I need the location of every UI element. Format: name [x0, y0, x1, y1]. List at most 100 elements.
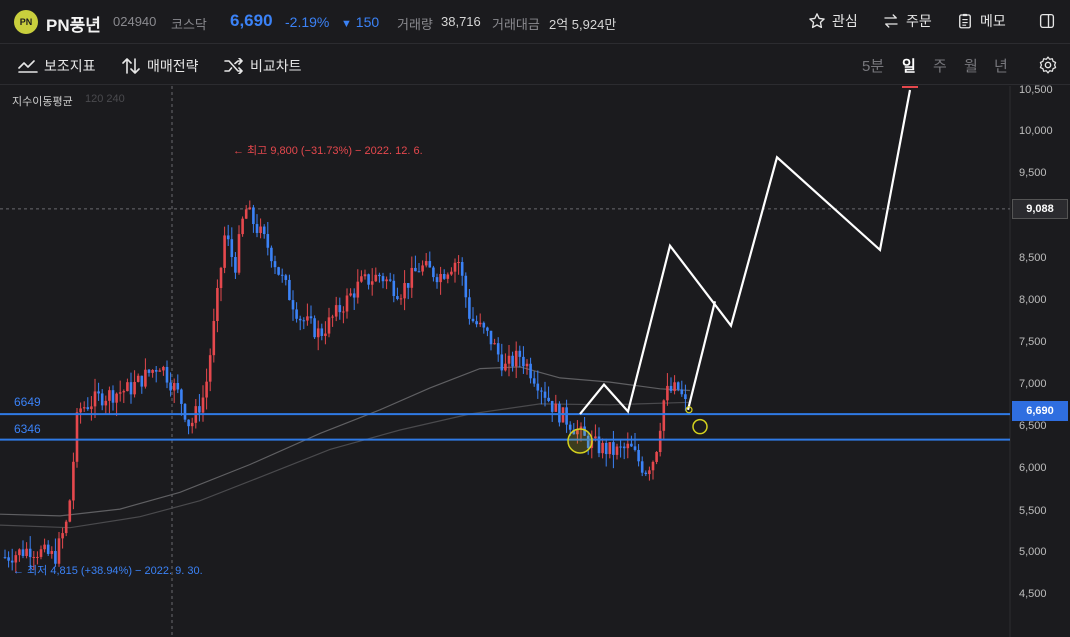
chart-settings-button[interactable]: [1038, 55, 1058, 75]
order-button[interactable]: 주문: [882, 11, 932, 31]
candle-body: [550, 400, 554, 412]
candle-body: [619, 446, 622, 448]
trade-amount-label: 거래대금: [492, 17, 540, 32]
current-price-badge: 6,690: [1012, 401, 1068, 421]
candle-body: [471, 318, 475, 322]
candle-body: [64, 521, 68, 534]
candle-body: [486, 327, 489, 331]
memo-button[interactable]: 메모: [956, 11, 1006, 31]
period-year[interactable]: 년: [994, 55, 1008, 76]
forecast-path-line: [579, 89, 912, 415]
stock-code: 024940: [113, 14, 157, 29]
candle-body: [680, 389, 684, 395]
candle-body: [248, 207, 252, 210]
candle-body: [176, 383, 180, 390]
candle-body: [144, 369, 147, 387]
panel-toggle-button[interactable]: [1038, 12, 1056, 30]
candle-body: [198, 406, 201, 413]
candle-body: [320, 328, 324, 336]
candle-body: [234, 257, 237, 273]
candle-body: [507, 355, 511, 364]
highlight-circle-target: [692, 418, 708, 435]
star-icon: [809, 13, 825, 29]
support-line-label-upper: 6649: [14, 395, 41, 409]
candle-body: [82, 407, 86, 409]
candle-body: [255, 224, 259, 233]
candle-body: [536, 383, 540, 391]
candle-body: [241, 218, 244, 235]
candle-body: [504, 363, 507, 371]
candle-body: [331, 316, 334, 318]
candle-body: [266, 234, 270, 248]
order-label: 주문: [906, 13, 932, 29]
candle-body: [324, 333, 327, 336]
strategy-button[interactable]: 매매전략: [121, 56, 199, 76]
candle-body: [554, 403, 558, 412]
candle-body: [604, 442, 608, 455]
candle-body: [154, 369, 158, 372]
y-tick-label: 7,000: [1019, 378, 1047, 390]
ma-indicator-params: 120 240: [85, 93, 125, 105]
candle-body: [129, 382, 133, 395]
candle-body: [367, 274, 370, 285]
candle-body: [133, 381, 136, 395]
watchlist-label: 관심: [832, 13, 858, 29]
clipboard-icon: [959, 13, 971, 29]
candle-body: [219, 267, 223, 288]
candle-body: [180, 389, 183, 404]
period-day[interactable]: 일: [902, 55, 916, 76]
candle-body: [61, 533, 64, 539]
candle-body: [547, 397, 550, 401]
candle-body: [644, 472, 648, 475]
memo-label: 메모: [980, 13, 1006, 29]
candle-body: [93, 391, 97, 407]
candle-body: [666, 385, 669, 401]
period-month[interactable]: 월: [964, 55, 978, 76]
candle-body: [72, 461, 75, 501]
watchlist-button[interactable]: 관심: [808, 11, 858, 31]
price-chart[interactable]: [0, 86, 1070, 637]
candle-body: [205, 381, 208, 398]
candle-body: [226, 235, 230, 240]
candle-body: [453, 262, 457, 272]
compare-button[interactable]: 비교차트: [224, 56, 302, 76]
candle-body: [388, 279, 392, 281]
candle-body: [424, 261, 428, 266]
candle-body: [655, 452, 658, 462]
highlight-circle-low: [567, 428, 593, 454]
y-tick-label: 9,500: [1019, 167, 1047, 179]
candle-body: [97, 391, 100, 394]
candle-body: [381, 276, 385, 282]
candle-body: [558, 403, 561, 423]
period-week[interactable]: 주: [933, 55, 947, 76]
swap-arrows-icon: [884, 14, 898, 28]
stock-name[interactable]: PN풍년: [46, 11, 101, 36]
candle-body: [270, 247, 273, 262]
candle-body: [568, 424, 572, 430]
candle-body: [392, 280, 396, 297]
indicators-button[interactable]: 보조지표: [18, 56, 96, 76]
candle-body: [363, 274, 367, 277]
ma-indicator-label[interactable]: 지수이동평균: [12, 93, 73, 109]
candle-body: [338, 305, 342, 313]
candle-body: [522, 356, 525, 367]
y-tick-label: 10,500: [1019, 84, 1053, 96]
candle-body: [360, 276, 363, 282]
candle-body: [212, 321, 216, 356]
y-tick-label: 8,000: [1019, 294, 1047, 306]
candle-body: [28, 548, 32, 558]
y-tick-label: 10,000: [1019, 125, 1053, 137]
candle-body: [673, 382, 676, 392]
candle-body: [615, 446, 619, 455]
candle-body: [439, 274, 442, 283]
candle-body: [230, 239, 234, 258]
candle-body: [43, 544, 46, 550]
candle-body: [410, 267, 414, 288]
y-tick-label: 5,500: [1019, 505, 1047, 517]
period-5min[interactable]: 5분: [862, 55, 884, 76]
candle-body: [36, 556, 39, 558]
low-price-annotation: ← 최저 4,815 (+38.94%) − 2022. 9. 30.: [13, 565, 203, 577]
candle-body: [169, 382, 172, 391]
high-price-annotation: ← 최고 9,800 (−31.73%) − 2022. 12. 6.: [233, 145, 423, 157]
candle-body: [183, 403, 187, 420]
